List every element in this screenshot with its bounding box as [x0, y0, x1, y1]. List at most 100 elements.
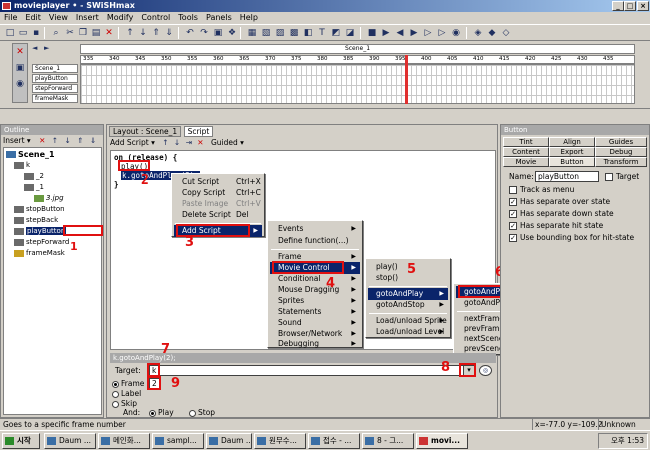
separate-down-checkbox[interactable]: ✓ Has separate down state — [509, 209, 614, 218]
delete-icon[interactable]: ✕ — [197, 138, 203, 147]
stop-icon[interactable]: ■ — [366, 27, 378, 39]
taskbar-item[interactable]: 8 - 그... — [362, 433, 414, 449]
maximize-button[interactable]: □ — [624, 1, 636, 11]
tree-item[interactable]: 3.jpg — [34, 194, 64, 202]
taskbar-item-active[interactable]: movi... — [416, 433, 468, 449]
layer-eye-icon[interactable]: ◉ — [14, 78, 26, 90]
skip-radio[interactable]: Skip — [112, 399, 137, 408]
menu-item-events[interactable]: Events ▶ — [270, 223, 360, 235]
tree-item[interactable]: _1 — [24, 183, 44, 191]
send-back-icon[interactable]: ⇓ — [163, 27, 175, 39]
minimize-button[interactable]: _ — [612, 1, 624, 11]
separate-over-checkbox[interactable]: ✓ Has separate over state — [509, 197, 610, 206]
movie-icon[interactable]: ◪ — [344, 27, 356, 39]
play-scene-icon[interactable]: ▷ — [422, 27, 434, 39]
chevron-down-icon[interactable]: ▾ — [240, 138, 244, 147]
tree-item[interactable]: frameMask — [14, 249, 65, 257]
test-icon[interactable]: ▣ — [212, 27, 224, 39]
taskbar-item[interactable]: Daum ... — [206, 433, 252, 449]
export-icon[interactable]: ◈ — [472, 27, 484, 39]
timeline-ruler[interactable]: 335 340 345 350 355 360 365 370 375 380 … — [80, 55, 635, 64]
chevron-down-icon[interactable]: ▾ — [27, 136, 31, 145]
find-icon[interactable]: ⌕ — [50, 27, 62, 39]
name-input[interactable]: playButton — [535, 171, 599, 182]
step-back-icon[interactable]: ◀ — [394, 27, 406, 39]
move-down-icon[interactable]: ↓ — [174, 138, 180, 147]
timeline-layer[interactable]: stepForward — [32, 84, 78, 93]
move-down-icon[interactable]: ↓ — [64, 136, 70, 145]
chevron-down-icon[interactable]: ▾ — [151, 138, 155, 147]
close-timeline-icon[interactable]: ✕ — [14, 46, 26, 58]
tab-button[interactable]: Button — [549, 157, 595, 167]
image-icon[interactable]: ◩ — [330, 27, 342, 39]
tab-transform[interactable]: Transform — [595, 157, 647, 167]
shape-icon[interactable]: ◧ — [302, 27, 314, 39]
delete-icon[interactable]: ✕ — [39, 136, 45, 145]
timeline-playhead[interactable] — [405, 55, 408, 104]
stop-radio[interactable]: Stop — [189, 408, 215, 417]
copy-icon[interactable]: ❐ — [77, 27, 89, 39]
save-icon[interactable]: ▪ — [30, 27, 42, 39]
scene-track[interactable]: Scene_1 — [80, 44, 635, 54]
insert-dropdown[interactable]: Insert — [3, 136, 25, 145]
play-radio[interactable]: Play — [149, 408, 174, 417]
menu-edit[interactable]: Edit — [21, 12, 45, 24]
menu-item-debugging[interactable]: Debugging ▶ — [270, 338, 360, 350]
taskbar-item[interactable]: sampl... — [152, 433, 204, 449]
taskbar-item[interactable]: 원무수... — [254, 433, 306, 449]
play-movie-icon[interactable]: ▷ — [436, 27, 448, 39]
start-button[interactable]: 시작 — [2, 433, 40, 449]
menu-panels[interactable]: Panels — [202, 12, 236, 24]
export-swf-icon[interactable]: ◆ — [486, 27, 498, 39]
tree-item[interactable]: stopButton — [14, 205, 65, 213]
open-folder-icon[interactable]: ▭ — [17, 27, 29, 39]
menu-help[interactable]: Help — [236, 12, 262, 24]
layer-lock-icon[interactable]: ▣ — [14, 62, 26, 74]
bring-front-icon[interactable]: ⇑ — [150, 27, 162, 39]
move-down-icon[interactable]: ↓ — [137, 27, 149, 39]
tab-layout[interactable]: Layout : Scene_1 — [109, 126, 182, 137]
move-bottom-icon[interactable]: ⇓ — [90, 136, 96, 145]
menu-item-goto-and-stop[interactable]: gotoAndStop ▶ — [368, 299, 448, 311]
menu-control[interactable]: Control — [137, 12, 174, 24]
move-up-icon[interactable]: ↑ — [124, 27, 136, 39]
guided-dropdown[interactable]: Guided — [211, 138, 238, 147]
tree-item[interactable]: Scene_1 — [6, 150, 55, 159]
text-icon[interactable]: T — [316, 27, 328, 39]
taskbar-item[interactable]: 메인화... — [98, 433, 150, 449]
target-checkbox[interactable]: Target — [605, 172, 639, 181]
tab-align[interactable]: Align — [549, 137, 595, 147]
move-up-icon[interactable]: ↑ — [162, 138, 168, 147]
indent-icon[interactable]: ⇥ — [186, 138, 192, 147]
menu-item-define-function[interactable]: Define function(...) — [270, 235, 360, 247]
menu-modify[interactable]: Modify — [103, 12, 138, 24]
delete-icon[interactable]: ✕ — [103, 27, 115, 39]
timeline-frame-grid[interactable] — [80, 64, 635, 104]
separate-hit-checkbox[interactable]: ✓ Has separate hit state — [509, 221, 603, 230]
timeline-layer[interactable]: frameMask — [32, 94, 78, 103]
menu-insert[interactable]: Insert — [72, 12, 103, 24]
sprite-icon[interactable]: ▨ — [274, 27, 286, 39]
cut-icon[interactable]: ✂ — [64, 27, 76, 39]
taskbar-item[interactable]: Daum ... — [44, 433, 96, 449]
help-book-icon[interactable]: ❖ — [226, 27, 238, 39]
timeline-layer[interactable]: playButton — [32, 74, 78, 83]
step-forward-icon[interactable]: ▶ — [408, 27, 420, 39]
paste-icon[interactable]: ▤ — [90, 27, 102, 39]
label-radio[interactable]: Label — [112, 389, 141, 398]
zoom-out-icon[interactable]: ► — [44, 44, 49, 52]
tree-item[interactable]: stepForward — [14, 238, 69, 246]
tab-debug[interactable]: Debug — [595, 147, 647, 157]
tab-content[interactable]: Content — [503, 147, 549, 157]
menu-file[interactable]: File — [0, 12, 21, 24]
zoom-in-icon[interactable]: ◄ — [32, 44, 37, 52]
add-script-dropdown[interactable]: Add Script — [110, 138, 149, 147]
menu-item-delete-script[interactable]: Delete Script Del — [174, 209, 262, 221]
taskbar-item[interactable]: 접수 - ... — [308, 433, 360, 449]
tree-item-selected[interactable]: playButton — [14, 227, 67, 235]
close-button[interactable]: × — [637, 1, 649, 11]
target-input[interactable]: k — [149, 365, 467, 376]
new-file-icon[interactable]: □ — [4, 27, 16, 39]
move-top-icon[interactable]: ⇑ — [77, 136, 83, 145]
ungroup-icon[interactable]: ▧ — [260, 27, 272, 39]
